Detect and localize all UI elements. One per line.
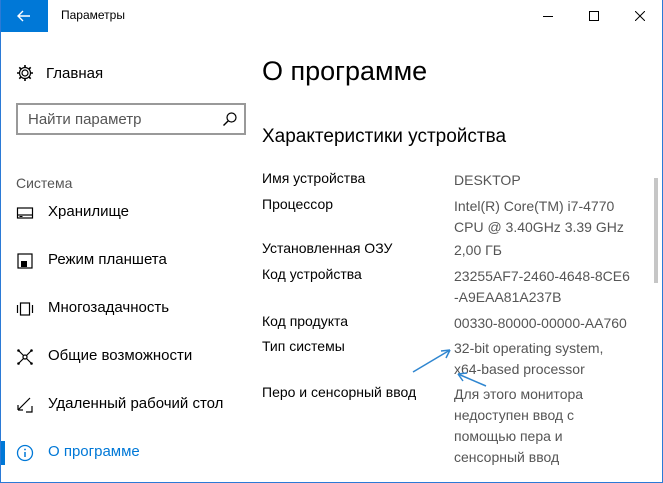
sidebar-item-label: О программе [48, 443, 140, 460]
remote-desktop-icon [17, 397, 33, 413]
spec-label: Тип системы [262, 338, 345, 354]
shared-experiences-icon [17, 349, 33, 365]
arrow-icon [412, 349, 451, 373]
sidebar-item-label: Общие возможности [48, 347, 193, 364]
active-indicator [0, 441, 5, 465]
spec-label: Код устройства [262, 266, 362, 282]
sidebar-item-multitasking[interactable]: Многозадачность [0, 289, 250, 329]
sidebar-item-label: Хранилище [48, 203, 129, 220]
sidebar-item-remote-desktop[interactable]: Удаленный рабочий стол [0, 385, 250, 425]
sidebar-item-label: Удаленный рабочий стол [48, 395, 224, 412]
section-title: Характеристики устройства [262, 126, 507, 147]
nav-home[interactable]: Главная [16, 62, 103, 84]
storage-icon [16, 207, 34, 219]
close-button[interactable] [617, 0, 663, 32]
info-icon [16, 444, 34, 462]
minimize-button[interactable] [525, 0, 571, 32]
back-arrow-icon [17, 10, 30, 22]
sidebar-item-shared-experiences[interactable]: Общие возможности [0, 337, 250, 377]
search-box[interactable] [16, 103, 246, 135]
spec-value: Intel(R) Core(TM) i7-4770 CPU @ 3.40GHz … [454, 198, 624, 235]
nav-home-label: Главная [46, 64, 104, 82]
spec-label: Имя устройства [262, 170, 366, 186]
spec-label: Код продукта [262, 313, 349, 329]
spec-value: 00330-80000-00000-AA760 [454, 315, 627, 331]
spec-value: 23255AF7-2460-4648-8CE6 -A9EAA81A237B [454, 268, 630, 305]
multitasking-icon [16, 302, 34, 316]
spec-value: DESKTOP [454, 172, 521, 188]
spec-label: Установленная ОЗУ [262, 240, 393, 256]
maximize-icon [589, 11, 599, 21]
sidebar-item-label: Многозадачность [48, 299, 170, 316]
sidebar-item-label: Режим планшета [48, 251, 167, 268]
spec-value: 32-bit operating system, x64-based proce… [454, 340, 604, 377]
close-icon [635, 11, 645, 21]
scrollbar-thumb[interactable] [654, 178, 658, 283]
spec-label: Перо и сенсорный ввод [262, 384, 417, 400]
search-input[interactable] [28, 109, 218, 129]
back-button[interactable] [0, 0, 48, 32]
spec-value: 2,00 ГБ [454, 242, 502, 258]
sidebar-item-about[interactable]: О программе [0, 433, 250, 473]
sidebar-item-tablet-mode[interactable]: Режим планшета [0, 241, 250, 281]
spec-label: Процессор [262, 196, 334, 212]
page-title: О программе [262, 56, 428, 86]
sidebar-item-storage[interactable]: Хранилище [0, 193, 250, 233]
sidebar-section-label: Система [16, 175, 73, 191]
tablet-mode-icon [17, 253, 33, 269]
window-title: Параметры [61, 8, 125, 22]
settings-window: Параметры Главная Система [0, 0, 663, 483]
title-bar: Параметры [0, 0, 663, 32]
gear-icon [17, 65, 33, 81]
spec-value: Для этого монитора недоступен ввод с пом… [454, 386, 584, 465]
search-icon[interactable] [222, 111, 238, 127]
minimize-icon [543, 16, 553, 17]
maximize-button[interactable] [571, 0, 617, 32]
